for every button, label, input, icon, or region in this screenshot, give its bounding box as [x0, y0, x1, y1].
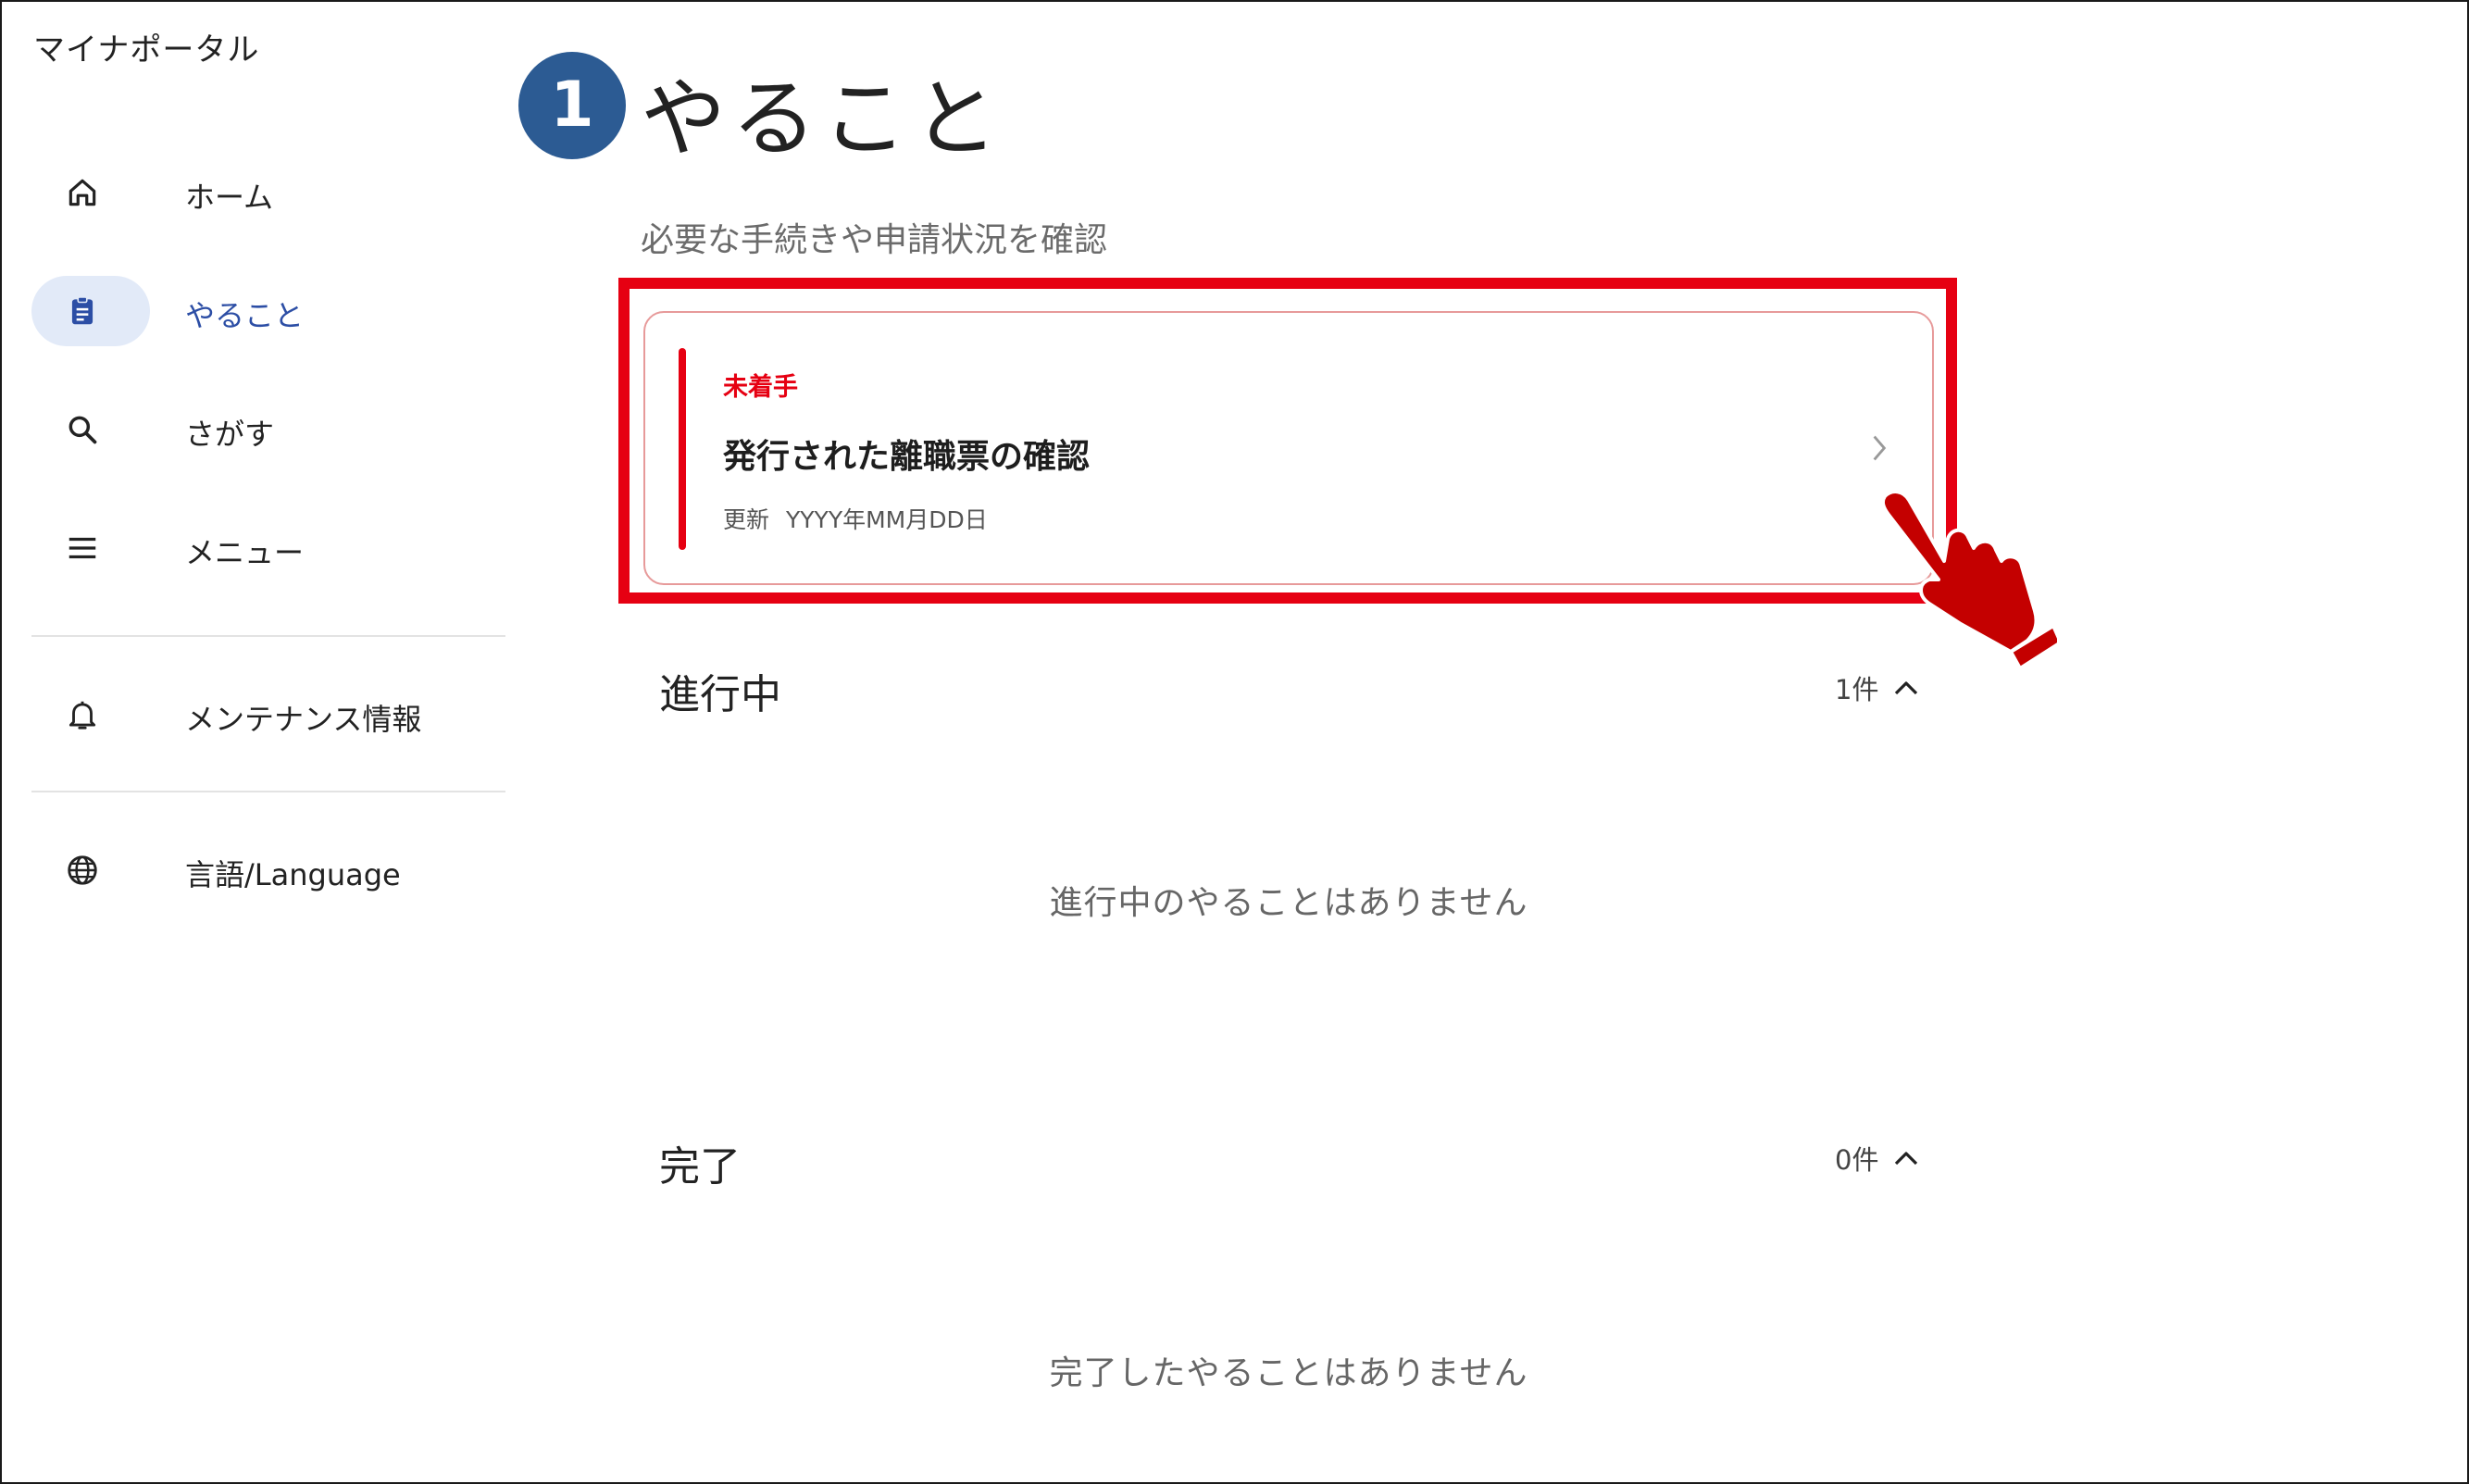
clipboard-icon: [71, 296, 94, 325]
chevron-up-icon[interactable]: [1892, 1148, 1920, 1168]
section-title-completed: 完了: [659, 1143, 741, 1191]
sidebar-item-language[interactable]: 言語/Language: [31, 835, 494, 905]
task-updated: 更新 YYYY年MM月DD日: [723, 502, 988, 535]
sidebar-item-search[interactable]: さがす: [31, 394, 494, 465]
sidebar-item-todo[interactable]: やること: [31, 276, 494, 346]
sidebar-item-maintenance[interactable]: メンテナンス情報: [31, 680, 494, 750]
task-updated-date: YYYY年MM月DD日: [786, 506, 988, 533]
sidebar-divider: [31, 635, 505, 637]
task-status-bar: [679, 348, 686, 550]
task-updated-label: 更新: [723, 506, 770, 533]
search-icon: [69, 416, 97, 444]
task-status-label: 未着手: [723, 373, 798, 402]
home-icon: [69, 179, 96, 206]
sidebar-item-menu[interactable]: メニュー: [31, 513, 494, 583]
sidebar-item-label: やること: [185, 298, 305, 333]
sidebar-item-label: さがす: [185, 417, 275, 452]
globe-icon: [68, 855, 97, 885]
empty-message-in-progress: 進行中のやることはありません: [1049, 884, 1528, 922]
sidebar-item-home[interactable]: ホーム: [31, 157, 494, 228]
app-title: マイナポータル: [33, 31, 260, 69]
sidebar-divider: [31, 791, 505, 792]
sidebar-item-label: メニュー: [185, 535, 305, 570]
empty-message-completed: 完了したやることはありません: [1049, 1354, 1528, 1392]
section-count-in-progress: 1件: [1835, 674, 1879, 705]
sidebar-item-label: ホーム: [185, 180, 274, 215]
task-card[interactable]: 未着手 発行された離職票の確認 更新 YYYY年MM月DD日: [643, 311, 1934, 585]
chevron-right-icon: [1873, 435, 1887, 461]
task-title: 発行された離職票の確認: [723, 438, 1091, 476]
app-window: マイナポータル ホーム やること さがす メニュー メンテナンス情報 言語/La…: [0, 0, 2469, 1484]
sidebar-item-label: メンテナンス情報: [185, 702, 422, 737]
section-title-in-progress: 進行中: [659, 671, 781, 718]
page-title: やること: [641, 69, 1004, 168]
sidebar-item-label: 言語/Language: [185, 857, 401, 892]
step-number-badge: 1: [518, 52, 626, 159]
page-subtitle: 必要な手続きや申請状況を確認: [641, 221, 1108, 259]
section-count-completed: 0件: [1835, 1144, 1879, 1176]
pointing-hand-icon: [1880, 490, 2057, 668]
bell-icon: [69, 701, 96, 730]
menu-icon: [69, 537, 96, 559]
chevron-up-icon[interactable]: [1892, 678, 1920, 698]
